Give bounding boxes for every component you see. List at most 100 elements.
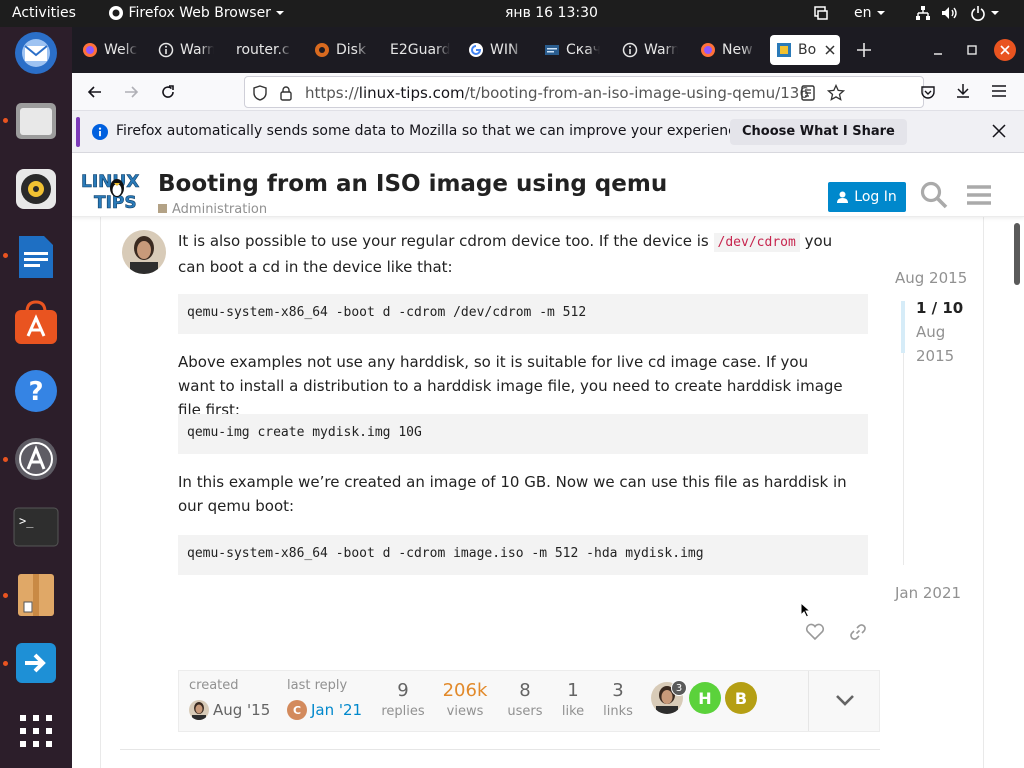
timeline-position: 1 / 10 (916, 299, 964, 317)
category-badge[interactable]: Administration (158, 202, 267, 217)
post-paragraph-3: In this example we’re created an image o… (178, 473, 847, 515)
remote-desktop-icon[interactable] (12, 639, 60, 687)
tab-router[interactable]: router.c (230, 35, 292, 65)
search-icon[interactable] (920, 181, 948, 209)
app-grid-icon[interactable] (12, 707, 60, 755)
notification-accent-strip (76, 117, 80, 147)
created-date[interactable]: Aug '15 (213, 701, 270, 719)
timeline-scroller-handle[interactable] (901, 301, 905, 353)
volume-icon (942, 7, 958, 19)
tab-warning-1[interactable]: Warn (152, 35, 214, 65)
timeline-start-date[interactable]: Aug 2015 (895, 269, 967, 287)
maximize-icon[interactable] (966, 44, 978, 56)
creator-avatar[interactable] (189, 700, 209, 720)
user-avatar[interactable] (122, 230, 166, 274)
tab-strip: Welc Warn router.c Disk E2Guard WIN Скач… (72, 27, 1024, 73)
close-tab-icon[interactable] (824, 44, 836, 56)
app-menu[interactable]: Firefox Web Browser (108, 5, 285, 21)
terminal-icon[interactable]: >_ (12, 503, 60, 551)
info-circle-icon (158, 42, 174, 58)
url-bar[interactable]: https://linux-tips.com/t/booting-from-an… (244, 76, 924, 108)
chevron-down-icon (876, 11, 885, 15)
keyboard-layout-label: en (854, 5, 872, 21)
clock[interactable]: янв 16 13:30 (505, 5, 598, 21)
post-paragraph-2: Above examples not use any harddisk, so … (178, 353, 843, 419)
topic-timeline: Aug 2015 1 / 10 Aug 2015 Jan 2021 (894, 261, 1004, 602)
svg-text:>_: >_ (19, 514, 34, 528)
participant-avatar-h[interactable]: H (689, 682, 721, 714)
tab-warning-2[interactable]: Warn (616, 35, 678, 65)
close-window-button[interactable] (994, 39, 1016, 61)
share-link-icon[interactable] (849, 623, 867, 641)
screen-share-icon[interactable] (813, 5, 829, 21)
shield-icon[interactable] (253, 85, 267, 101)
files-icon[interactable] (12, 97, 60, 145)
disk-site-icon (314, 42, 330, 58)
stat-like: 1 like (561, 680, 585, 719)
created-label: created (189, 678, 239, 693)
last-reply-label: last reply (287, 678, 348, 693)
updater-icon[interactable] (12, 435, 60, 483)
site-header: LINUX TIPS Booting from an ISO image usi… (72, 153, 1024, 217)
linux-tips-logo[interactable]: LINUX TIPS (80, 167, 150, 214)
back-arrow-icon[interactable] (87, 84, 103, 100)
tab-label: Bo (798, 42, 817, 58)
downloads-icon[interactable] (955, 83, 971, 99)
timeline-end-date[interactable]: Jan 2021 (895, 584, 961, 602)
last-reply-avatar[interactable]: C (287, 700, 307, 720)
writer-icon[interactable] (12, 233, 60, 281)
participant-avatar-b[interactable]: B (725, 682, 757, 714)
forward-arrow-icon[interactable] (123, 84, 139, 100)
svg-text:?: ? (28, 377, 43, 407)
info-icon (92, 124, 108, 140)
stat-users: 8 users (507, 680, 543, 719)
participant-post-count: 3 (671, 680, 687, 696)
reload-icon[interactable] (160, 84, 176, 100)
tab-download[interactable]: Скач (538, 35, 600, 65)
choose-what-i-share-button[interactable]: Choose What I Share (730, 119, 907, 145)
post-separator (120, 749, 880, 750)
reader-view-icon[interactable] (801, 85, 815, 101)
thunderbird-icon[interactable] (12, 29, 60, 77)
tab-welcome[interactable]: Welc (76, 35, 138, 65)
rhythmbox-icon[interactable] (12, 165, 60, 213)
navigation-toolbar: https://linux-tips.com/t/booting-from-an… (72, 73, 1024, 111)
lock-icon[interactable] (279, 85, 293, 101)
log-in-button[interactable]: Log In (828, 182, 906, 212)
page-scrollbar-thumb[interactable] (1014, 223, 1020, 285)
firefox-icon (82, 42, 98, 58)
timeline-position-month: Aug (916, 323, 946, 341)
help-icon[interactable]: ? (12, 367, 60, 415)
stat-replies: 9 replies (381, 680, 425, 719)
hamburger-menu-icon[interactable] (991, 84, 1007, 98)
topic-map: created Aug '15 last reply C Jan '21 9 re… (178, 670, 880, 732)
new-tab-icon[interactable] (856, 42, 872, 58)
hamburger-menu-icon[interactable] (966, 184, 992, 206)
chevron-down-icon (991, 11, 1000, 15)
stat-views: 206k views (442, 680, 488, 719)
tab-e2guardian[interactable]: E2Guard (384, 35, 450, 65)
keyboard-layout-menu[interactable]: en (854, 5, 886, 21)
chevron-down-icon[interactable] (835, 693, 855, 707)
tab-google[interactable]: WIN (462, 35, 524, 65)
topic-title[interactable]: Booting from an ISO image using qemu (158, 171, 667, 197)
tab-disk[interactable]: Disk (308, 35, 370, 65)
software-icon[interactable] (12, 299, 60, 347)
bookmark-star-icon[interactable] (827, 84, 845, 102)
linux-tips-icon (776, 42, 792, 58)
minimize-icon[interactable] (932, 45, 944, 57)
user-icon (837, 191, 849, 203)
telemetry-notification-bar: Firefox automatically sends some data to… (72, 111, 1024, 153)
tab-active-topic[interactable]: Bo (770, 35, 840, 65)
app-name: Firefox Web Browser (128, 5, 271, 21)
tab-new[interactable]: New (694, 35, 756, 65)
activities-button[interactable]: Activities (12, 5, 76, 21)
archive-icon[interactable] (12, 571, 60, 619)
mouse-cursor-icon (800, 602, 812, 618)
last-reply-date[interactable]: Jan '21 (311, 701, 362, 719)
pocket-icon[interactable] (920, 84, 936, 100)
system-menu[interactable] (915, 5, 1000, 21)
info-circle-icon (622, 42, 638, 58)
like-heart-icon[interactable] (805, 623, 825, 641)
close-icon[interactable] (992, 124, 1006, 138)
